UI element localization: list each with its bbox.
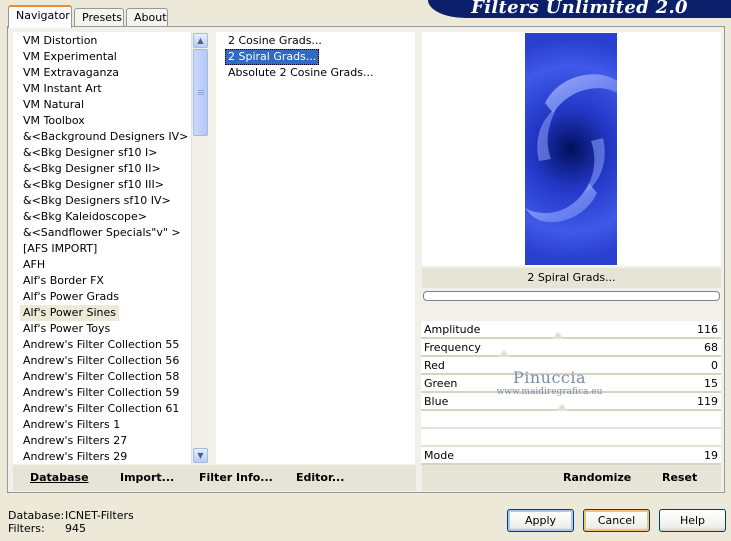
category-item[interactable]: &<Background Designers IV> <box>20 129 191 145</box>
preview-image <box>525 33 617 265</box>
filter-item[interactable]: 2 Spiral Grads... <box>225 49 320 65</box>
randomize-button[interactable]: Randomize <box>563 470 631 486</box>
slider-value: 119 <box>697 395 718 408</box>
category-item[interactable]: Alf's Power Toys <box>20 321 113 337</box>
help-button[interactable]: Help <box>659 509 726 532</box>
category-item[interactable]: &<Sandflower Specials"v" > <box>20 225 184 241</box>
scroll-down-button[interactable]: ▼ <box>193 448 208 463</box>
filters-count: 945 <box>65 522 86 535</box>
slider-frequency[interactable]: Frequency 68 <box>421 339 721 358</box>
database-button[interactable]: Database <box>30 470 89 486</box>
slider-mode[interactable]: Mode 19 <box>421 447 721 465</box>
category-item[interactable]: Andrew's Filters 1 <box>20 417 123 433</box>
category-item[interactable]: Alf's Power Grads <box>20 289 122 305</box>
filter-info-button[interactable]: Filter Info... <box>199 470 273 486</box>
slider-label: Mode <box>424 449 454 462</box>
slider-red[interactable]: Red 0 <box>421 357 721 375</box>
filter-item[interactable]: 2 Cosine Grads... <box>225 33 325 49</box>
category-scrollbar[interactable]: ▲ ▼ <box>191 32 208 464</box>
cancel-button[interactable]: Cancel <box>583 509 650 532</box>
database-value: ICNET-Filters <box>65 509 134 522</box>
category-item[interactable]: &<Bkg Designer sf10 I> <box>20 145 161 161</box>
scroll-thumb[interactable] <box>193 49 208 136</box>
preview-label: 2 Spiral Grads... <box>422 268 721 288</box>
slider-empty[interactable] <box>421 411 721 429</box>
slider-label: Red <box>424 359 445 372</box>
tab-presets[interactable]: Presets <box>74 8 124 26</box>
category-item[interactable]: Andrew's Filters 27 <box>20 433 130 449</box>
slider-value: 68 <box>704 341 718 354</box>
tab-about[interactable]: About <box>126 8 168 26</box>
slider-label: Blue <box>424 395 449 408</box>
category-item[interactable]: VM Toolbox <box>20 113 88 129</box>
slider-blue[interactable]: Blue 119 <box>421 393 721 412</box>
category-item[interactable]: Andrew's Filter Collection 59 <box>20 385 182 401</box>
slider-value: 0 <box>711 359 718 372</box>
apply-button[interactable]: Apply <box>507 509 574 532</box>
category-item[interactable]: &<Bkg Kaleidoscope> <box>20 209 150 225</box>
slider-value: 19 <box>704 449 718 462</box>
category-item[interactable]: Andrew's Filter Collection 55 <box>20 337 182 353</box>
category-item[interactable]: Alf's Power Sines <box>20 305 119 321</box>
category-item[interactable]: [AFS IMPORT] <box>20 241 100 257</box>
slider-green[interactable]: Green 15 <box>421 375 721 393</box>
category-item[interactable]: Andrew's Filter Collection 56 <box>20 353 182 369</box>
left-action-bar: Database Import... Filter Info... Editor… <box>13 465 416 491</box>
category-item[interactable]: VM Distortion <box>20 33 100 49</box>
scroll-up-button[interactable]: ▲ <box>193 33 208 48</box>
category-item[interactable]: &<Bkg Designer sf10 III> <box>20 177 167 193</box>
slider-value: 15 <box>704 377 718 390</box>
category-item[interactable]: VM Experimental <box>20 49 120 65</box>
category-list[interactable]: VM Distortion VM Experimental VM Extravaga… <box>13 32 207 464</box>
slider-label: Green <box>424 377 458 390</box>
category-item[interactable]: AFH <box>20 257 48 273</box>
tab-navigator[interactable]: Navigator <box>8 5 72 28</box>
slider-label: Frequency <box>424 341 481 354</box>
category-item[interactable]: Andrew's Filters 29 <box>20 449 130 464</box>
category-item[interactable]: Andrew's Filter Collection 58 <box>20 369 182 385</box>
slider-empty[interactable] <box>421 429 721 447</box>
app-title-banner: Filters Unlimited 2.0 <box>428 0 731 18</box>
slider-amplitude[interactable]: Amplitude 116 <box>421 321 721 340</box>
filter-list[interactable]: 2 Cosine Grads... 2 Spiral Grads... Absolu… <box>216 32 415 464</box>
right-action-bar: Randomize Reset <box>422 465 721 491</box>
category-item[interactable]: VM Extravaganza <box>20 65 122 81</box>
slider-value: 116 <box>697 323 718 336</box>
category-item[interactable]: Alf's Border FX <box>20 273 107 289</box>
category-item[interactable]: VM Instant Art <box>20 81 105 97</box>
reset-button[interactable]: Reset <box>662 470 697 486</box>
database-label: Database: <box>8 509 65 522</box>
filter-item[interactable]: Absolute 2 Cosine Grads... <box>225 65 377 81</box>
import-button[interactable]: Import... <box>120 470 174 486</box>
progress-bar <box>423 291 720 301</box>
category-item[interactable]: Andrew's Filter Collection 61 <box>20 401 182 417</box>
category-item[interactable]: &<Bkg Designers sf10 IV> <box>20 193 174 209</box>
editor-button[interactable]: Editor... <box>296 470 344 486</box>
filters-label: Filters: <box>8 522 45 535</box>
slider-label: Amplitude <box>424 323 481 336</box>
category-item[interactable]: &<Bkg Designer sf10 II> <box>20 161 164 177</box>
category-item[interactable]: VM Natural <box>20 97 87 113</box>
